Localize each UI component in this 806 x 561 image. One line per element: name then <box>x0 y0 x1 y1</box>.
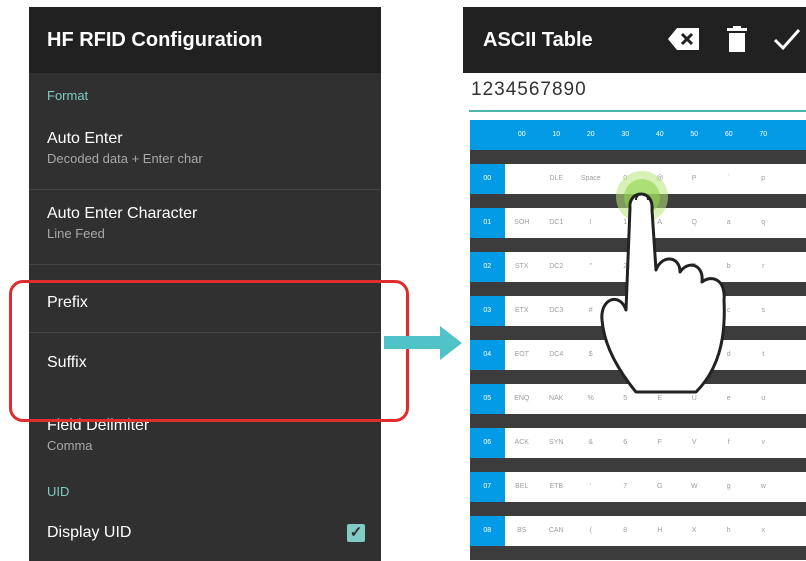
ascii-key-cell[interactable]: v <box>746 428 781 458</box>
ascii-key-cell[interactable]: STX <box>505 252 540 282</box>
ascii-key-cell[interactable]: BEL <box>505 472 540 502</box>
grid-row-header: 06 <box>470 428 505 458</box>
ascii-key-cell[interactable]: s <box>746 296 781 326</box>
grid-row: 08 BS CAN(8 H Xh x <box>470 516 806 546</box>
grid-row-header: 05 <box>470 384 505 414</box>
ascii-key-cell[interactable]: q <box>746 208 781 238</box>
pref-summary: Decoded data + Enter char <box>47 151 203 166</box>
grid-row-header: 01 <box>470 208 505 238</box>
pref-auto-enter-character[interactable]: Auto Enter Character Line Feed <box>29 194 381 265</box>
ascii-key-cell[interactable]: & <box>574 428 609 458</box>
ascii-key-cell[interactable]: ' <box>574 472 609 502</box>
arrow-right-icon <box>384 326 462 360</box>
grid-column-header: 60 <box>724 131 733 138</box>
ascii-key-cell[interactable]: ETX <box>505 296 540 326</box>
ascii-key-cell[interactable]: NAK <box>539 384 574 414</box>
ascii-key-cell[interactable]: V <box>677 428 712 458</box>
check-icon[interactable] <box>773 26 801 52</box>
ascii-key-cell[interactable]: CAN <box>539 516 574 546</box>
ascii-key-cell[interactable]: w <box>746 472 781 502</box>
ascii-key-cell[interactable]: DLE <box>539 164 574 194</box>
trash-icon[interactable] <box>727 26 747 52</box>
ascii-key-cell[interactable]: F <box>643 428 678 458</box>
ascii-key-cell[interactable]: W <box>677 472 712 502</box>
ascii-key-cell[interactable]: ETB <box>539 472 574 502</box>
pref-display-uid[interactable]: Display UID ✓ <box>29 513 381 553</box>
grid-row-header: 02 <box>470 252 505 282</box>
ascii-key-cell[interactable]: ENQ <box>505 384 540 414</box>
ascii-key-cell[interactable]: ACK <box>505 428 540 458</box>
input-underline <box>469 110 806 112</box>
pref-title: Auto Enter <box>47 130 123 147</box>
ascii-key-cell[interactable]: DC2 <box>539 252 574 282</box>
ascii-key-cell[interactable]: EOT <box>505 340 540 370</box>
ascii-key-cell[interactable]: h <box>712 516 747 546</box>
grid-column-header: 40 <box>655 131 664 138</box>
ascii-key-cell[interactable]: r <box>746 252 781 282</box>
grid-column-header: 30 <box>621 131 630 138</box>
pref-auto-enter[interactable]: Auto Enter Decoded data + Enter char <box>29 119 381 190</box>
grid-row-header: 00 <box>470 164 505 194</box>
ascii-input-field[interactable]: 1234567890 <box>463 73 806 115</box>
app-bar: HF RFID Configuration <box>29 7 381 73</box>
ascii-key-cell[interactable]: 8 <box>608 516 643 546</box>
ascii-key-cell[interactable]: 7 <box>608 472 643 502</box>
input-value: 1234567890 <box>471 79 587 100</box>
grid-row-header: 08 <box>470 516 505 546</box>
tap-gesture-hand-icon <box>600 171 726 394</box>
ascii-key-cell[interactable]: G <box>643 472 678 502</box>
grid-row-header: 03 <box>470 296 505 326</box>
pref-field-delimiter[interactable]: Field Delimiter Comma <box>29 417 381 471</box>
ascii-key-cell[interactable]: DC4 <box>539 340 574 370</box>
pref-title: Auto Enter Character <box>47 205 198 222</box>
ascii-key-cell[interactable]: H <box>643 516 678 546</box>
page-title: HF RFID Configuration <box>47 28 263 51</box>
grid-column-header: 10 <box>552 131 561 138</box>
ascii-key-cell[interactable]: 6 <box>608 428 643 458</box>
grid-row-header: 04 <box>470 340 505 370</box>
grid-column-header: 70 <box>759 131 768 138</box>
ascii-key-cell[interactable]: p <box>746 164 781 194</box>
ascii-key-cell[interactable]: f <box>712 428 747 458</box>
section-uid: UID <box>47 484 70 499</box>
grid-corner <box>470 120 505 150</box>
pref-summary: Comma <box>47 438 93 453</box>
backspace-icon[interactable] <box>667 26 701 52</box>
ascii-key-cell[interactable]: SOH <box>505 208 540 238</box>
ascii-key-cell[interactable]: SYN <box>539 428 574 458</box>
pref-title: Display UID <box>47 524 132 541</box>
grid-row-header: 07 <box>470 472 505 502</box>
section-format: Format <box>47 88 89 103</box>
page-title: ASCII Table <box>483 28 593 51</box>
pref-summary: Line Feed <box>47 226 105 241</box>
ascii-key-cell[interactable]: ( <box>574 516 609 546</box>
ascii-key-cell[interactable]: BS <box>505 516 540 546</box>
app-bar: ASCII Table <box>463 7 806 73</box>
ascii-key-cell[interactable]: u <box>746 384 781 414</box>
grid-column-header: 20 <box>586 131 595 138</box>
ascii-key-cell[interactable]: g <box>712 472 747 502</box>
highlight-frame <box>9 280 409 422</box>
checkbox-checked-icon[interactable]: ✓ <box>347 524 365 542</box>
grid-row: 06 ACK SYN & 6 F Vf v <box>470 428 806 458</box>
ascii-key-cell[interactable]: DC3 <box>539 296 574 326</box>
grid-column-header: 50 <box>690 131 699 138</box>
ascii-key-cell[interactable]: t <box>746 340 781 370</box>
ascii-key-cell[interactable]: x <box>746 516 781 546</box>
ascii-key-cell[interactable]: X <box>677 516 712 546</box>
grid-header-row: 00 10 20 30 40 50 60 70 <box>470 120 806 150</box>
ascii-key-cell[interactable] <box>505 164 540 194</box>
grid-row: 07 BEL ETB ' 7 G Wg w <box>470 472 806 502</box>
ascii-key-cell[interactable]: DC1 <box>539 208 574 238</box>
grid-column-header: 00 <box>517 131 526 138</box>
